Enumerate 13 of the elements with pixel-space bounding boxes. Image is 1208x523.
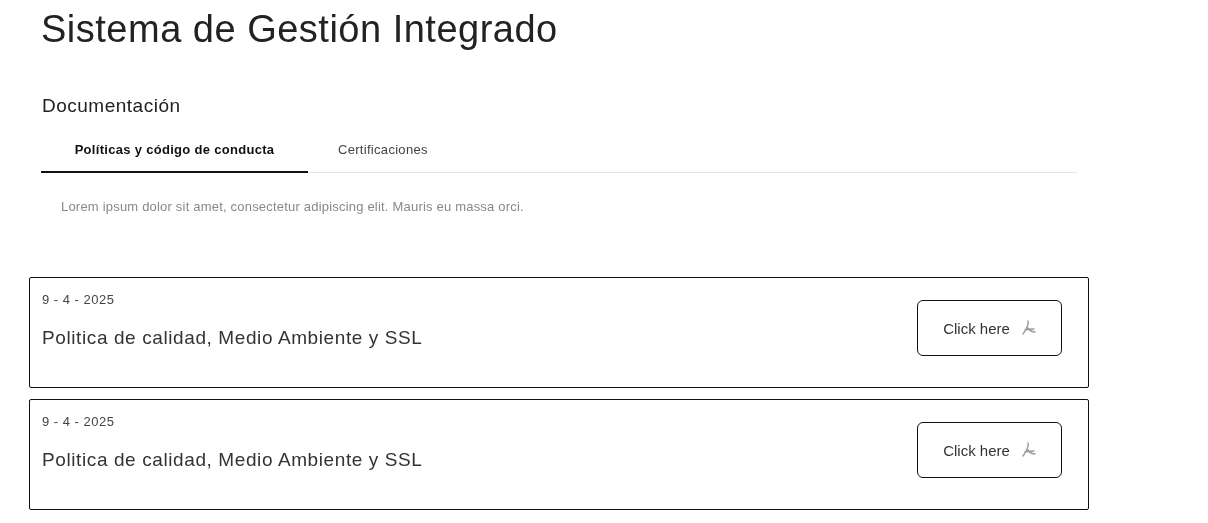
document-date: 9 - 4 - 2025 [42,292,116,307]
document-name: Politica de calidad, Medio Ambiente y SSL [42,449,423,471]
download-button[interactable]: Click here [917,422,1062,478]
page-title: Sistema de Gestión Integrado [41,8,559,50]
tab[interactable]: Políticas y código de conducta [41,129,308,173]
section-heading: Documentación [42,95,182,117]
pdf-icon [1019,442,1036,458]
description-text: Lorem ipsum dolor sit amet, consectetur adipiscing elit. Mauris eu massa orci. [61,199,525,214]
download-button[interactable]: Click here [917,300,1062,356]
pdf-icon [1019,320,1036,336]
document-date: 9 - 4 - 2025 [42,414,116,429]
tab[interactable]: Certificaciones [308,129,458,173]
document-name: Politica de calidad, Medio Ambiente y SSL [42,327,423,349]
